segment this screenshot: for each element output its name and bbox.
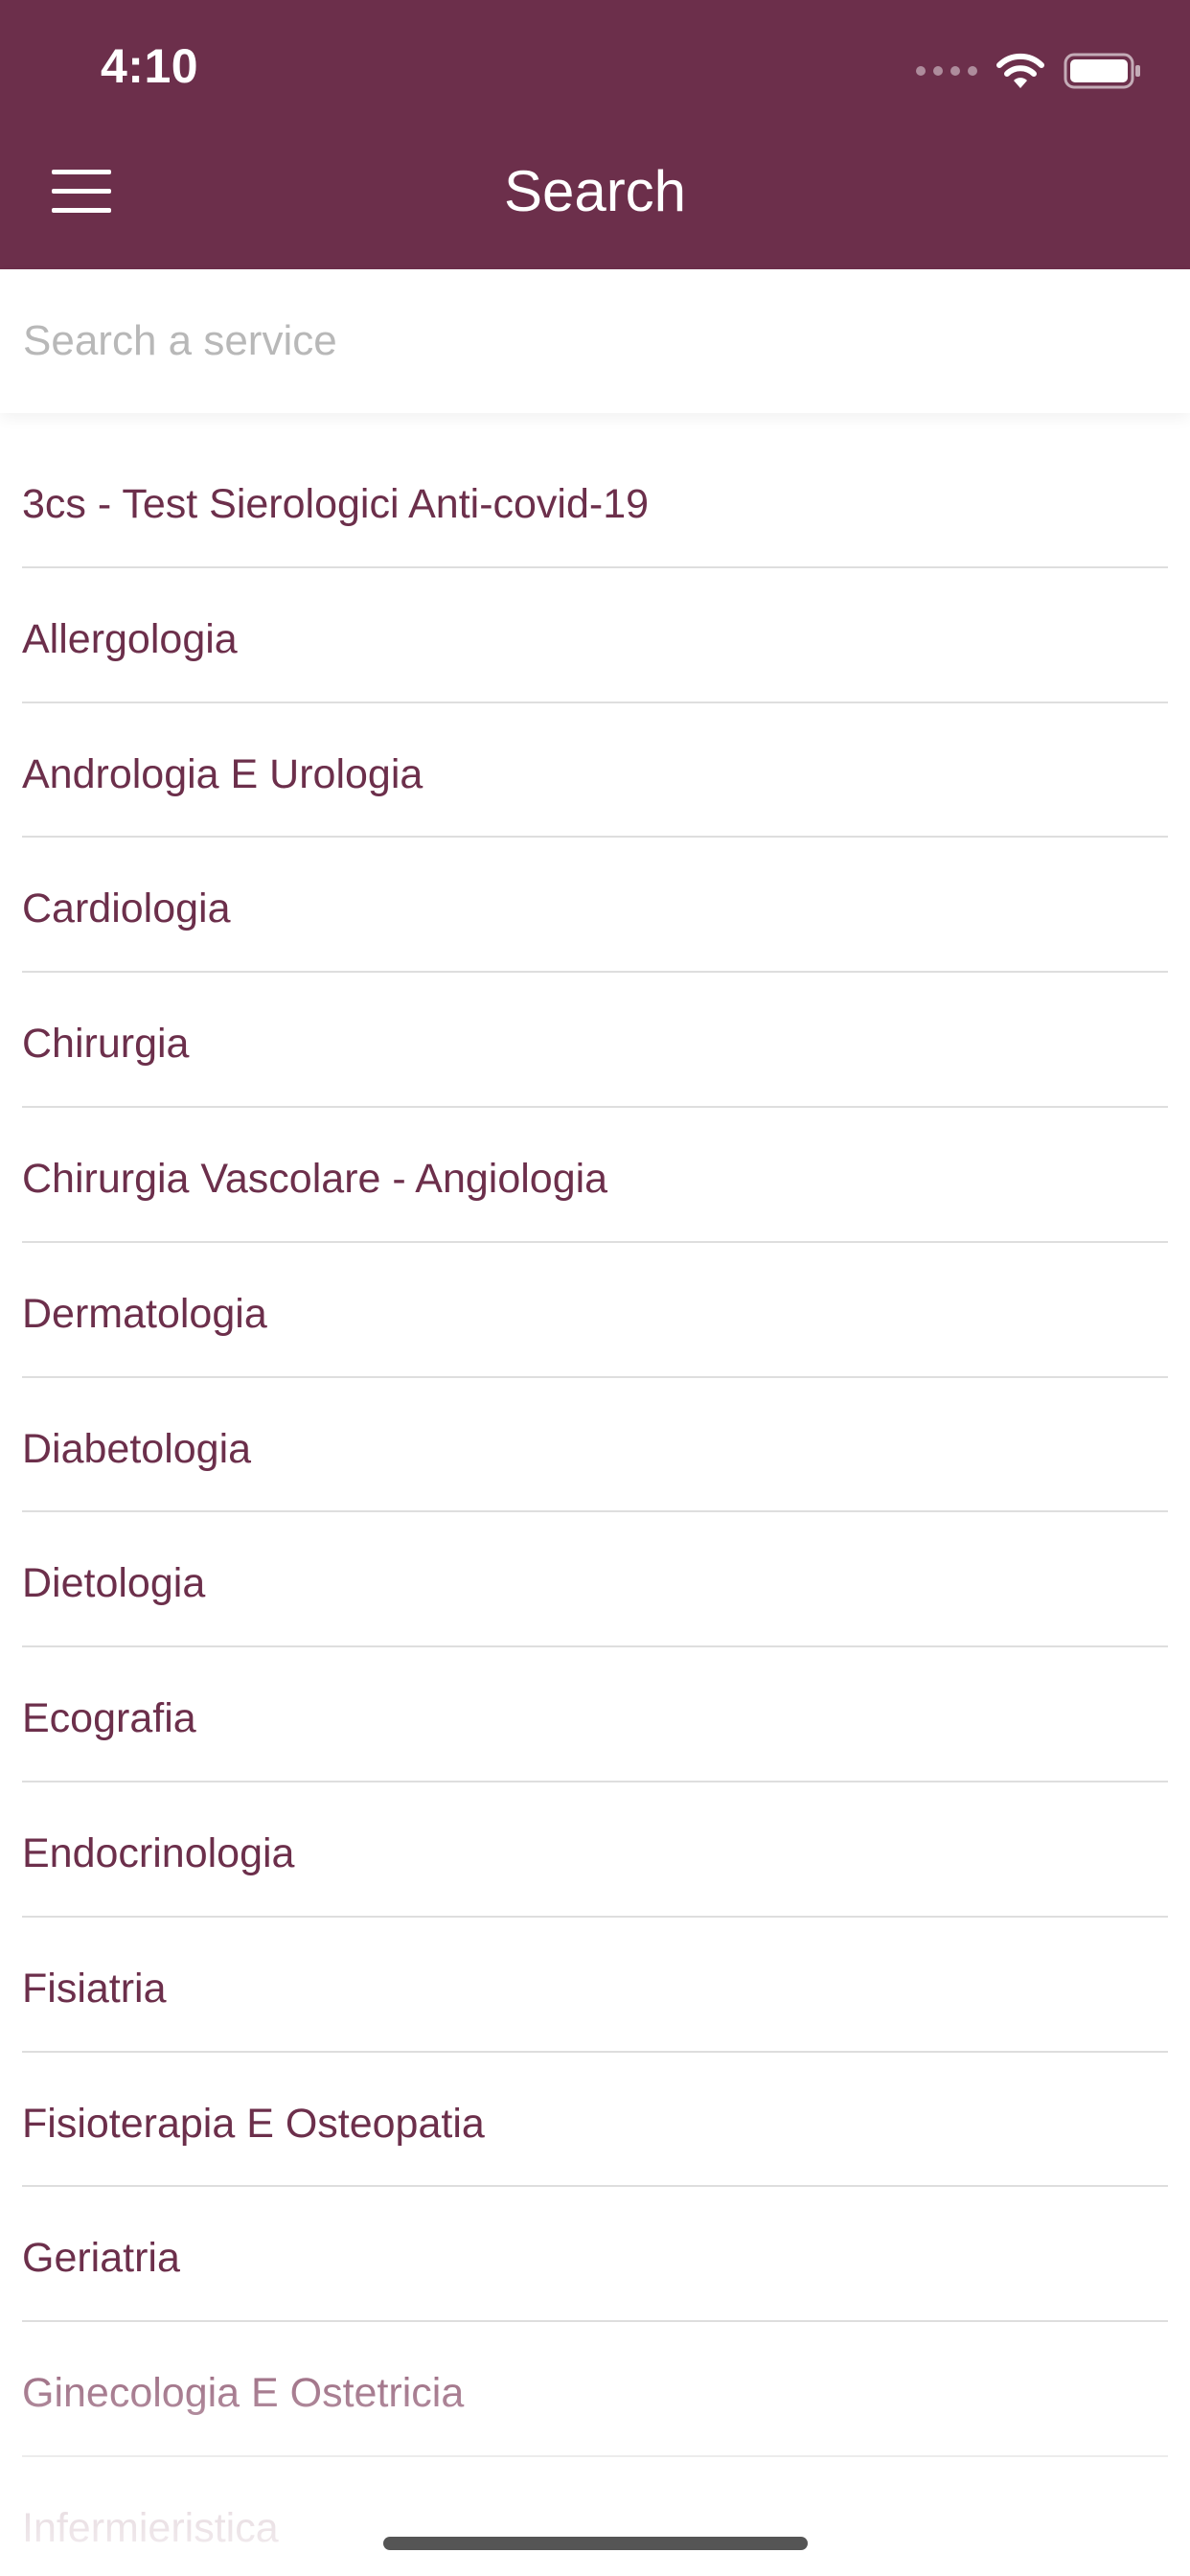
service-label: Chirurgia Vascolare - Angiologia [22,1155,608,1202]
list-item[interactable]: Dietologia [0,1512,1190,1648]
service-label: Dermatologia [22,1290,267,1337]
list-item[interactable]: Ecografia [0,1647,1190,1782]
list-item[interactable]: Allergologia [0,568,1190,703]
battery-icon [1064,52,1142,90]
service-label: Chirurgia [22,1021,190,1068]
page-title: Search [503,159,687,223]
list-item[interactable]: Endocrinologia [0,1782,1190,1918]
status-icons [916,50,1142,92]
list-item[interactable]: Dermatologia [0,1243,1190,1378]
service-list: 3cs - Test Sierologici Anti-covid-19 Alle… [0,433,1190,2576]
list-item[interactable]: 3cs - Test Sierologici Anti-covid-19 [0,433,1190,568]
service-label: Ecografia [22,1695,196,1742]
list-item[interactable]: Chirurgia [0,973,1190,1108]
service-label: Endocrinologia [22,1829,295,1876]
list-item[interactable]: Diabetologia [0,1378,1190,1513]
wifi-icon [996,52,1044,90]
service-label: Cardiologia [22,886,231,932]
list-item[interactable]: Infermieristica [0,2457,1190,2576]
app-header: 4:10 Search [0,0,1190,269]
status-time: 4:10 [101,39,199,93]
list-item[interactable]: Fisiatria [0,1918,1190,2053]
service-label: Allergologia [22,615,238,662]
home-indicator[interactable] [383,2537,808,2550]
search-bar [0,269,1190,413]
list-item[interactable]: Cardiologia [0,838,1190,974]
list-item[interactable]: Geriatria [0,2187,1190,2323]
search-input[interactable] [23,298,1163,384]
list-item[interactable]: Andrologia E Urologia [0,703,1190,839]
list-item[interactable]: Fisioterapia E Osteopatia [0,2053,1190,2188]
service-label: 3cs - Test Sierologici Anti-covid-19 [22,481,650,527]
service-label: Diabetologia [22,1425,252,1472]
service-label: Infermieristica [22,2504,279,2551]
list-item[interactable]: Chirurgia Vascolare - Angiologia [0,1108,1190,1243]
signal-dots-icon [916,66,977,76]
service-label: Ginecologia E Ostetricia [22,2370,465,2417]
list-item[interactable]: Ginecologia E Ostetricia [0,2322,1190,2457]
service-label: Fisiatria [22,1965,167,2012]
service-label: Dietologia [22,1560,206,1607]
service-label: Fisioterapia E Osteopatia [22,2100,485,2147]
service-label: Andrologia E Urologia [22,750,423,797]
search-screen: 4:10 Search Search a service 3cs - Test … [0,0,1190,2576]
service-label: Geriatria [22,2235,180,2282]
